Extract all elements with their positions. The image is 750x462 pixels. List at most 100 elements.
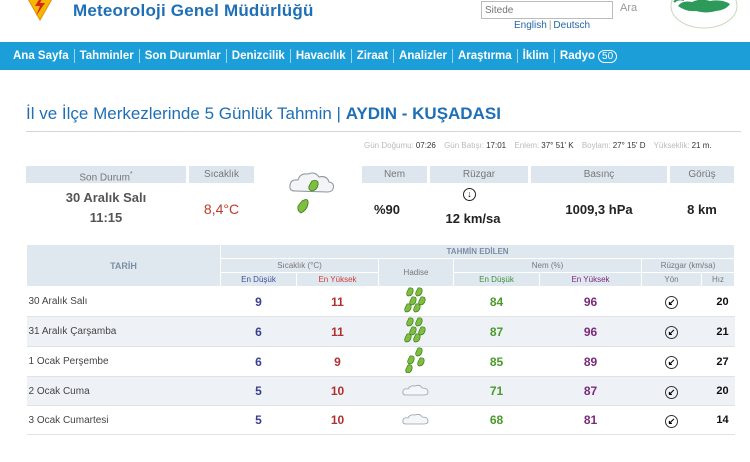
col-hum-max-header: En Yüksek [539,272,642,287]
row-hum-min: 87 [453,316,540,347]
latitude-label: Enlem: [514,141,540,150]
col-date-header: TARİH [26,244,221,287]
row-hum-min: 71 [453,376,540,406]
arrow-southwest-icon: ↙ [665,385,678,399]
turkey-map-logo-icon [670,0,738,29]
rain-icon [405,347,425,374]
nav-denizcilik[interactable]: Denizcilik [227,49,291,63]
row-temp-min: 5 [220,376,297,406]
heavy-rain-icon [404,287,426,313]
nav-radyo-label: Radyo [559,50,596,62]
current-weather-cloud-rain-icon [289,172,334,214]
row-hum-max: 81 [539,405,642,435]
current-status-label: Son Durum [79,172,130,184]
sunrise-value: 07:26 [415,141,436,150]
row-hum-max: 87 [539,376,642,406]
forecast-row: 2 Ocak Cuma 5 10 71 87 ↙ 20 [26,376,735,406]
language-switcher: English | Deutsch [514,20,590,31]
col-hum-min-header: En Düşük [453,272,540,287]
lang-english-link[interactable]: English [514,20,547,31]
sunset-value: 17:01 [486,141,507,150]
col-temp-min-header: En Düşük [220,272,297,287]
col-temp-header: Sıcaklık (°C) [220,258,379,273]
longitude-value: 27° 15' D [612,141,646,150]
forecast-row: 30 Aralık Salı 9 11 84 96 ↙ 20 [26,286,735,317]
latitude-value: 37° 51' K [541,141,574,150]
row-temp-min: 9 [220,286,297,317]
current-status-marker: * [129,171,133,178]
row-wind-speed: 21 [701,316,735,347]
row-temp-min: 6 [220,316,297,347]
nav-havacilik[interactable]: Havacılık [291,49,352,63]
forecast-row: 1 Ocak Perşembe 6 9 85 89 ↙ 27 [26,346,735,377]
wind-arrow-down-icon: ↓ [463,188,476,201]
humidity-header: Nem [362,166,427,183]
current-pressure: 1009,3 hPa [565,202,633,217]
mgm-logo-icon[interactable] [22,0,58,22]
title-divider [26,131,741,132]
forecast-row: 31 Aralık Çarşamba 6 11 87 96 ↙ 21 [26,316,735,347]
nav-arastirma[interactable]: Araştırma [453,49,518,63]
nav-analizler[interactable]: Analizler [394,49,453,63]
forecast-row: 3 Ocak Cumartesi 5 10 68 81 ↙ 14 [26,405,735,435]
arrow-southwest-icon: ↙ [665,326,678,339]
page-title-location: AYDIN - KUŞADASI [345,104,501,123]
col-wind-header: Rüzgar (km/sa) [640,258,736,273]
lang-deutsch-link[interactable]: Deutsch [553,20,590,31]
row-temp-max: 10 [296,405,379,435]
current-status-header: Son Durum* [26,166,186,183]
wind-header: Rüzgar [430,166,528,183]
current-date: 30 Aralık Salı [65,190,147,205]
row-date: 2 Ocak Cuma [26,376,221,406]
row-temp-max: 11 [296,316,379,347]
visibility-header: Görüş [670,166,734,183]
altitude-label: Yükseklik: [653,141,690,150]
row-hum-max: 89 [539,346,642,377]
site-header: Meteoroloji Genel Müdürlüğü Ara English|… [0,0,750,42]
altitude-value: 21 m. [691,141,712,150]
nav-ana-sayfa[interactable]: Ana Sayfa [8,49,75,63]
nav-ziraat[interactable]: Ziraat [352,49,395,63]
search-input[interactable] [481,1,613,19]
sunrise-label: Gün Doğumu: [364,141,414,150]
longitude-label: Boylam: [581,141,611,150]
row-temp-min: 6 [220,346,297,377]
col-event-header: Hadise [378,258,454,287]
site-title[interactable]: Meteoroloji Genel Müdürlüğü [73,1,314,21]
forecast-table: TARİH TAHMİN EDİLEN Sıcaklık (°C) Hadise… [26,244,736,435]
row-hum-max: 96 [539,286,642,317]
heavy-rain-icon [404,317,426,343]
row-date: 3 Ocak Cumartesi [26,405,221,435]
col-predicted-header: TAHMİN EDİLEN [219,244,736,259]
main-nav: Ana Sayfa Tahminler Son Durumlar Denizci… [0,42,750,70]
row-temp-max: 11 [296,286,379,317]
row-date: 30 Aralık Salı [26,286,221,317]
pressure-header: Basınç [531,166,667,183]
current-temperature: 8,4°C [203,201,240,217]
arrow-southwest-icon: ↙ [665,356,678,369]
col-temp-max-header: En Yüksek [296,272,379,287]
row-hum-min: 84 [453,286,540,317]
nav-iklim[interactable]: İklim [518,49,555,63]
sunset-label: Gün Batışı: [444,141,485,150]
search-button[interactable]: Ara [620,2,637,14]
row-temp-max: 9 [296,346,379,377]
col-humidity-header: Nem (%) [453,258,642,273]
row-wind-speed: 20 [701,286,735,317]
row-hum-max: 96 [539,316,642,347]
nav-son-durumlar[interactable]: Son Durumlar [140,49,227,63]
location-info-bar: Gün Doğumu: 07:26 Gün Batışı: 17:01 Enlem:… [364,141,718,150]
row-date: 1 Ocak Perşembe [26,346,221,377]
nav-radyo[interactable]: Radyo 50 [555,49,622,63]
page-title-prefix: İl ve İlçe Merkezlerinde 5 Günlük Tahmin… [26,104,346,123]
nav-tahminler[interactable]: Tahminler [75,49,140,63]
cloud-icon [402,384,429,395]
arrow-southwest-icon: ↙ [665,296,678,309]
current-time: 11:15 [89,210,123,225]
lang-separator: | [548,20,552,31]
row-hum-min: 85 [453,346,540,377]
current-wind: 12 km/sa [445,211,501,226]
row-hum-min: 68 [453,405,540,435]
row-wind-speed: 14 [701,405,735,435]
col-wind-dir-header: Yön [641,272,702,287]
